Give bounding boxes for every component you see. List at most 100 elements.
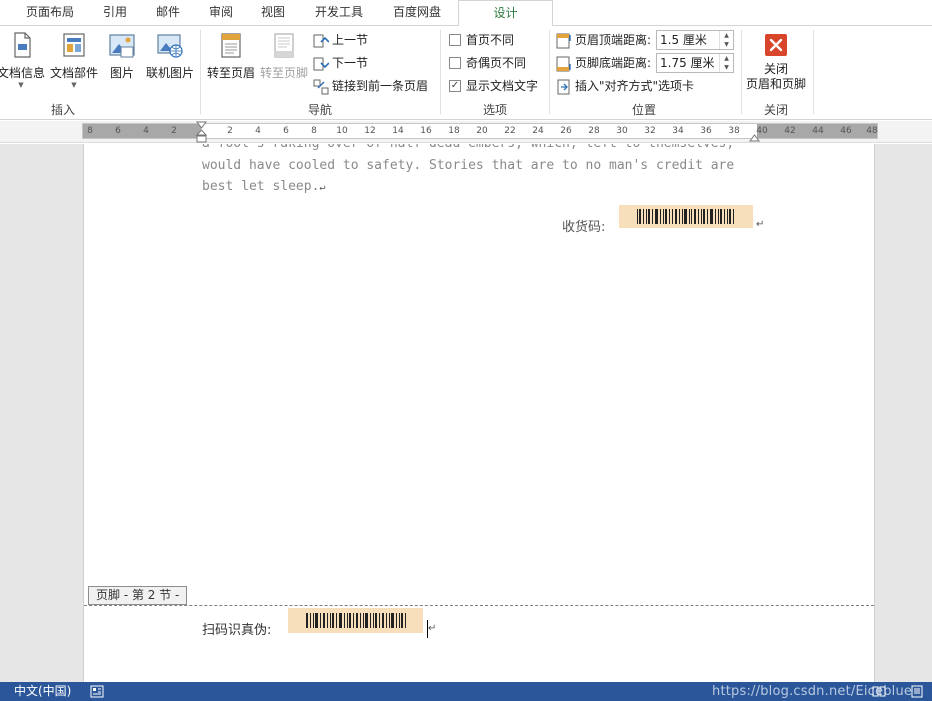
close-icon [765, 34, 787, 56]
footer-from-bottom-value[interactable]: 1.75 厘米 [660, 56, 715, 70]
spinner-arrows-icon[interactable]: ▲ ▼ [719, 54, 733, 72]
header-position-icon [556, 33, 571, 48]
doc-parts-label: 文档部件 [49, 66, 98, 80]
horizontal-ruler[interactable]: 8 6 4 2 2 4 6 8 10 12 14 16 18 20 22 24 … [0, 121, 932, 143]
body-text-line[interactable]: a fool's raking over of half-dead embers… [202, 144, 762, 154]
footer-from-bottom: 页脚底端距离: [556, 53, 651, 73]
language-indicator[interactable]: 中文(中国) [14, 682, 71, 701]
ruler-tick: 4 [143, 126, 149, 136]
footer-from-bottom-spinner[interactable]: 1.75 厘米 ▲ ▼ [656, 53, 734, 73]
checkbox-box[interactable] [449, 56, 461, 69]
prev-section-icon [313, 34, 329, 47]
doc-info-icon [14, 32, 31, 58]
next-section-button[interactable]: 下一节 [313, 53, 368, 73]
ruler-tick: 16 [420, 126, 432, 136]
next-section-icon [313, 57, 329, 70]
prev-section-button[interactable]: 上一节 [313, 30, 368, 50]
online-picture-label: 联机图片 [145, 66, 194, 80]
close-header-footer-button[interactable]: 关闭 页眉和页脚 [744, 30, 808, 92]
chevron-down-icon: ▼ [18, 81, 24, 89]
scan-verify-label[interactable]: 扫码识真伪: [202, 619, 271, 638]
footer-separator [84, 605, 874, 606]
first-page-different-label: 首页不同 [466, 33, 515, 47]
ruler-tick: 2 [227, 126, 233, 136]
close-label-line2: 页眉和页脚 [745, 77, 806, 91]
ruler-tick: 38 [728, 126, 740, 136]
next-section-label: 下一节 [332, 56, 369, 70]
link-to-previous-label: 链接到前一条页眉 [332, 79, 429, 93]
link-to-previous-button[interactable]: 链接到前一条页眉 [313, 76, 428, 96]
status-bar: 中文(中国) https://blog.csdn.net/Eiceblue [0, 682, 932, 701]
tab-mailings[interactable]: 邮件 [148, 0, 188, 26]
read-mode-icon[interactable] [872, 685, 886, 698]
doc-parts-button[interactable]: 文档部件 ▼ [48, 30, 100, 89]
first-page-different-checkbox[interactable]: 首页不同 [449, 30, 514, 50]
group-label-options: 选项 [482, 103, 507, 117]
right-indent-marker-icon[interactable] [749, 130, 760, 142]
goto-footer-icon [274, 33, 294, 58]
ruler-left-margin [83, 124, 201, 138]
document-area[interactable]: a fool's raking over of half-dead embers… [0, 144, 932, 682]
print-layout-icon[interactable] [910, 685, 924, 698]
footer-position-icon [556, 56, 571, 71]
ruler-tick: 22 [504, 126, 516, 136]
goto-header-button[interactable]: 转至页眉 [205, 30, 257, 81]
group-label-insert: 插入 [50, 103, 75, 117]
ruler-tick: 46 [840, 126, 852, 136]
ruler-tick: 44 [812, 126, 824, 136]
tab-references[interactable]: 引用 [95, 0, 135, 26]
body-text-line[interactable]: best let sleep.↵ [202, 176, 762, 198]
spinner-arrows-icon[interactable]: ▲ ▼ [719, 31, 733, 49]
close-label-line1: 关闭 [763, 62, 788, 76]
group-divider [440, 30, 441, 114]
online-picture-icon [157, 34, 183, 58]
doc-parts-icon [63, 33, 85, 57]
doc-info-button[interactable]: 文档信息 ▼ [0, 30, 46, 89]
indent-marker-icon[interactable] [196, 121, 207, 143]
goto-footer-button[interactable]: 转至页脚 [258, 30, 310, 81]
document-page[interactable]: a fool's raking over of half-dead embers… [83, 144, 875, 682]
paragraph-mark-icon: ↵ [319, 182, 326, 193]
receipt-code-label[interactable]: 收货码: [562, 216, 605, 235]
ribbon: 文档信息 ▼ 文档部件 ▼ 图片 联机图片 插入 转至页眉 转至页脚 上一节 下… [0, 26, 932, 120]
ruler-tick: 32 [644, 126, 656, 136]
ruler-tick: 10 [336, 126, 348, 136]
goto-footer-label: 转至页脚 [259, 66, 308, 80]
goto-header-icon [221, 33, 241, 58]
picture-button[interactable]: 图片 [104, 30, 140, 81]
barcode-icon [306, 613, 406, 628]
tab-design[interactable]: 设计 [458, 0, 553, 27]
checkmark-icon[interactable]: ✓ [449, 79, 461, 92]
alignment-tab-icon [557, 79, 570, 94]
checkbox-box[interactable] [449, 33, 461, 46]
prev-section-label: 上一节 [332, 33, 369, 47]
paragraph-mark-icon: ↵ [428, 623, 437, 634]
footer-barcode-image[interactable] [288, 608, 423, 633]
insert-alignment-tab-button[interactable]: 插入"对齐方式"选项卡 [556, 76, 694, 96]
ruler-tick: 36 [700, 126, 712, 136]
header-from-top: 页眉顶端距离: [556, 30, 651, 50]
picture-icon [109, 34, 135, 58]
show-document-text-checkbox[interactable]: ✓ 显示文档文字 [449, 76, 538, 96]
macro-record-icon[interactable] [90, 685, 104, 698]
picture-label: 图片 [109, 66, 134, 80]
ruler-tick: 24 [532, 126, 544, 136]
body-text-line[interactable]: would have cooled to safety. Stories tha… [202, 155, 762, 176]
odd-even-different-checkbox[interactable]: 奇偶页不同 [449, 53, 526, 73]
tab-developer[interactable]: 开发工具 [306, 0, 372, 26]
ruler-tick: 14 [392, 126, 404, 136]
tab-view[interactable]: 视图 [253, 0, 293, 26]
tab-review[interactable]: 审阅 [201, 0, 241, 26]
body-text-ending[interactable]: best let sleep. [202, 179, 319, 194]
tab-baidu-netdisk[interactable]: 百度网盘 [384, 0, 450, 26]
header-from-top-spinner[interactable]: 1.5 厘米 ▲ ▼ [656, 30, 734, 50]
online-picture-button[interactable]: 联机图片 [144, 30, 196, 81]
paragraph-mark-icon: ↵ [756, 219, 765, 230]
header-from-top-value[interactable]: 1.5 厘米 [660, 33, 707, 47]
ruler-tick: 30 [616, 126, 628, 136]
show-document-text-label: 显示文档文字 [466, 79, 539, 93]
ruler-tick: 4 [255, 126, 261, 136]
ribbon-tab-bar: 页面布局 引用 邮件 审阅 视图 开发工具 百度网盘 设计 [0, 0, 932, 27]
tab-page-layout[interactable]: 页面布局 [20, 0, 80, 26]
barcode-image[interactable] [619, 205, 753, 228]
